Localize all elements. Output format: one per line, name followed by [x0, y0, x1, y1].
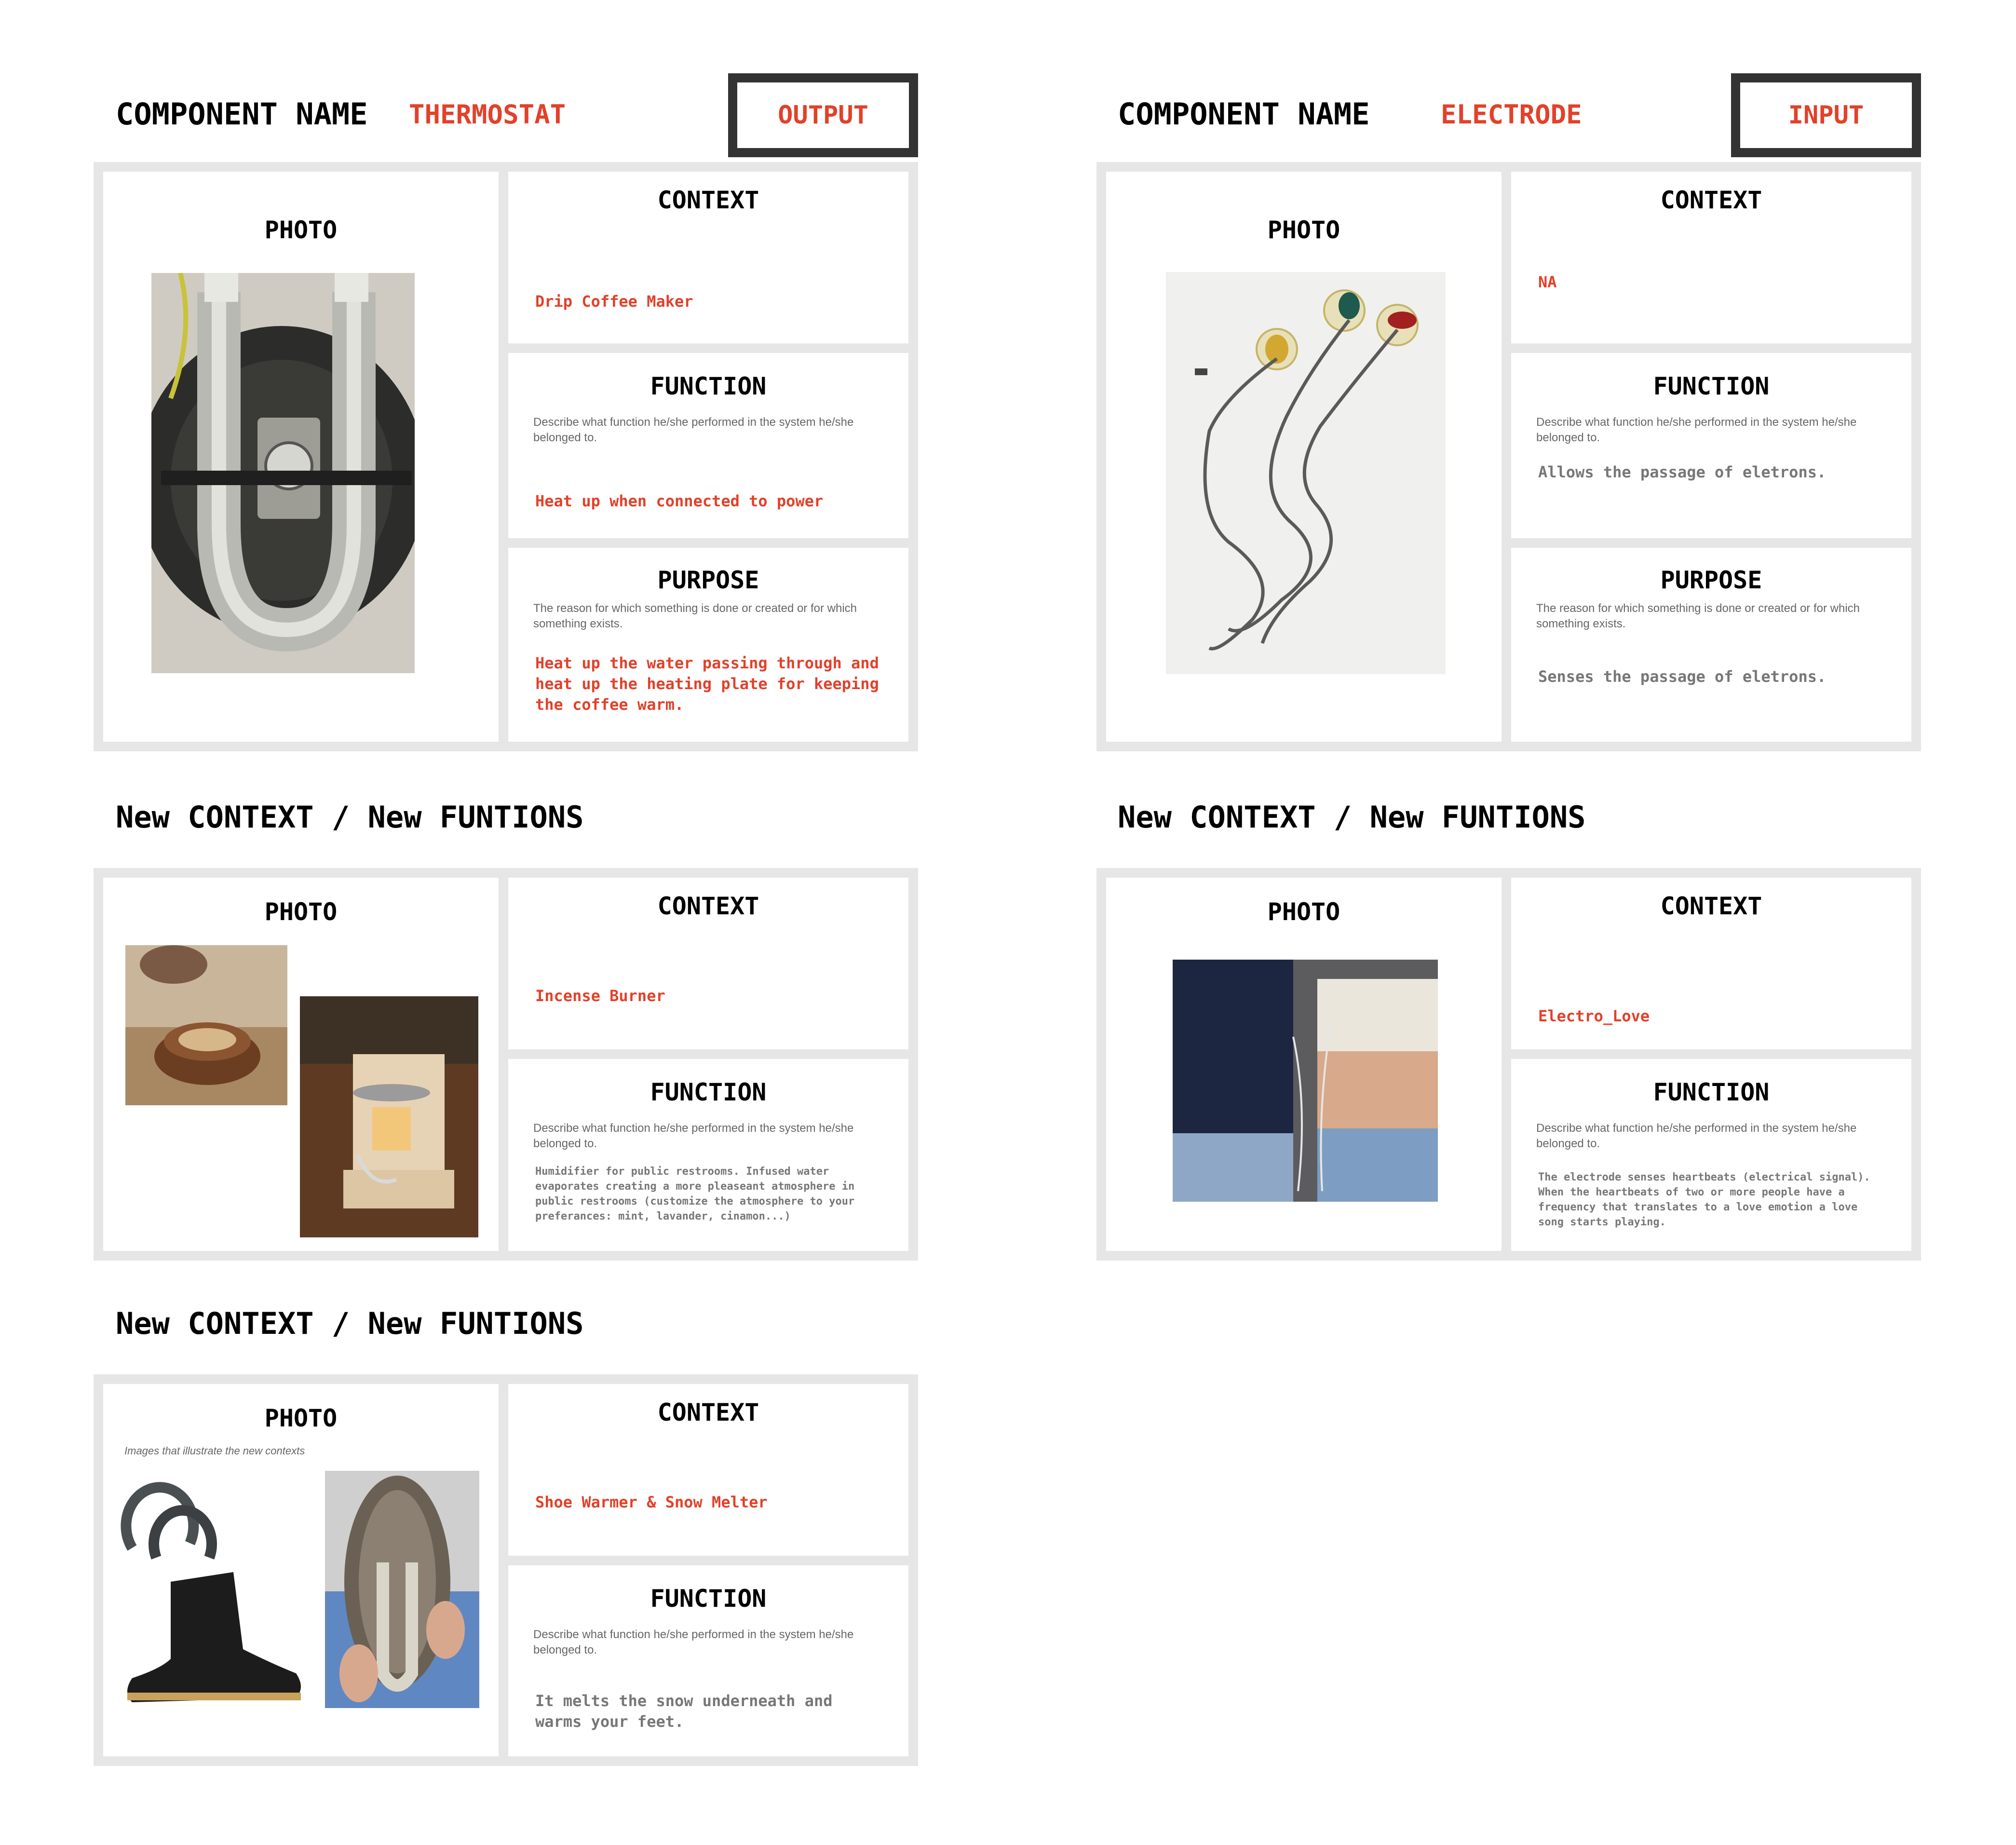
context-heading: CONTEXT — [1660, 892, 1762, 920]
photo-panel: PHOTO Images that illustrate the new con… — [103, 1384, 499, 1756]
photo-heading: PHOTO — [1267, 898, 1340, 926]
purpose-description: The reason for which something is done o… — [1536, 602, 1860, 630]
function-panel: FUNCTION Describe what function he/she p… — [1511, 353, 1911, 538]
photo-heading: PHOTO — [264, 898, 338, 926]
component-name-value: ELECTRODE — [1441, 99, 1582, 130]
photo-heading: PHOTO — [264, 216, 338, 244]
component-card: PHOTO CONTEXT NA FUNCTION Describe what … — [1096, 162, 1921, 751]
photo-caption: Images that illustrate the new contexts — [124, 1445, 305, 1457]
function-value: Allows the passage of eletrons. — [1538, 463, 1827, 481]
function-heading: FUNCTION — [650, 1078, 767, 1106]
purpose-description: The reason for which something is done o… — [533, 602, 857, 630]
context-heading: CONTEXT — [657, 186, 759, 214]
function-value: Heat up when connected to power — [535, 492, 824, 510]
context-panel: CONTEXT NA — [1511, 172, 1911, 343]
function-panel: FUNCTION Describe what function he/she p… — [508, 353, 908, 538]
function-panel: FUNCTION Describe what function he/she p… — [1511, 1059, 1911, 1251]
function-description: Describe what function he/she performed … — [533, 416, 854, 444]
photo-heading: PHOTO — [1267, 216, 1340, 244]
component-name-label: COMPONENT NAME — [1118, 96, 1370, 132]
context-panel: CONTEXT Electro_Love — [1511, 878, 1911, 1049]
function-description: Describe what function he/she performed … — [1536, 416, 1857, 444]
purpose-value: Heat up the water passing through and he… — [535, 654, 879, 714]
function-heading: FUNCTION — [650, 372, 767, 400]
thermostat-photo — [151, 273, 415, 673]
incense-burner-photo — [125, 945, 287, 1105]
context-panel: CONTEXT Shoe Warmer & Snow Melter — [508, 1384, 908, 1556]
context-value: Incense Burner — [535, 987, 665, 1005]
context-value: Shoe Warmer & Snow Melter — [535, 1493, 768, 1511]
context-panel: CONTEXT Incense Burner — [508, 878, 908, 1049]
photo-panel: PHOTO — [103, 172, 499, 742]
context-panel: CONTEXT Drip Coffee Maker — [508, 172, 908, 343]
function-value: Humidifier for public restrooms. Infused… — [535, 1166, 855, 1222]
context-value: Drip Coffee Maker — [535, 292, 693, 311]
function-panel: FUNCTION Describe what function he/she p… — [508, 1565, 908, 1756]
new-context-title: New CONTEXT / New FUNTIONS — [116, 800, 584, 835]
context-heading: CONTEXT — [657, 1398, 759, 1426]
boot-and-horseshoe-photo — [113, 1476, 315, 1726]
component-name-value: THERMOSTAT — [409, 99, 566, 130]
new-context-title: New CONTEXT / New FUNTIONS — [1118, 800, 1586, 835]
new-context-card: PHOTO CONTEXT Electro_Love FUNCTION Desc… — [1096, 868, 1921, 1261]
photo-panel: PHOTO — [1106, 878, 1502, 1251]
io-type-badge: OUTPUT — [728, 73, 918, 157]
context-value: Electro_Love — [1538, 1007, 1650, 1025]
new-context-card: PHOTO CONTEXT Incense Burner FUNCTION De… — [94, 868, 918, 1261]
photo-panel: PHOTO — [103, 878, 499, 1251]
component-card: PHOTO CONTEXT Drip Coffee Maker FUNCTION… — [94, 162, 918, 751]
function-value: The electrode senses heartbeats (electri… — [1538, 1171, 1870, 1228]
function-description: Describe what function he/she performed … — [533, 1122, 854, 1150]
photo-heading: PHOTO — [264, 1404, 338, 1432]
electro-love-photo — [1173, 960, 1438, 1202]
context-value: NA — [1538, 273, 1557, 291]
new-context-card: PHOTO Images that illustrate the new con… — [94, 1374, 918, 1766]
purpose-panel: PURPOSE The reason for which something i… — [508, 548, 908, 742]
function-heading: FUNCTION — [650, 1585, 767, 1613]
function-heading: FUNCTION — [1653, 1078, 1770, 1106]
function-heading: FUNCTION — [1653, 372, 1770, 400]
function-value: It melts the snow underneath and warms y… — [535, 1692, 833, 1731]
context-heading: CONTEXT — [657, 892, 759, 920]
component-name-label: COMPONENT NAME — [116, 96, 368, 132]
function-description: Describe what function he/she performed … — [1536, 1122, 1857, 1150]
incense-holder-photo — [300, 996, 478, 1237]
photo-panel: PHOTO — [1106, 172, 1502, 742]
function-panel: FUNCTION Describe what function he/she p… — [508, 1059, 908, 1251]
electrode-photo — [1166, 272, 1446, 674]
function-description: Describe what function he/she performed … — [533, 1628, 854, 1656]
purpose-value: Senses the passage of eletrons. — [1538, 667, 1827, 686]
purpose-heading: PURPOSE — [1660, 566, 1762, 594]
new-context-title: New CONTEXT / New FUNTIONS — [116, 1306, 584, 1341]
purpose-panel: PURPOSE The reason for which something i… — [1511, 548, 1911, 742]
shoe-heater-photo — [325, 1471, 479, 1708]
io-type-badge: INPUT — [1731, 73, 1921, 157]
context-heading: CONTEXT — [1660, 186, 1762, 214]
purpose-heading: PURPOSE — [657, 566, 759, 594]
